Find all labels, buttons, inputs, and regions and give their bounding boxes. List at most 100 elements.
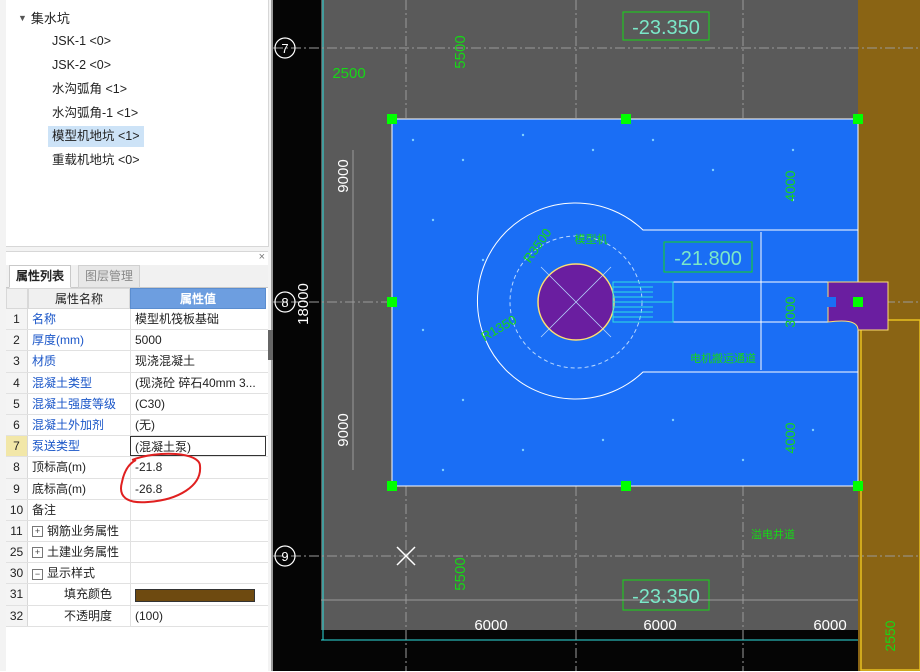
property-row[interactable]: 5 混凝土强度等级 (C30) (6, 393, 268, 415)
property-name-text: 顶标高(m) (32, 460, 86, 475)
property-name-text: 混凝土强度等级 (32, 396, 117, 411)
property-value[interactable]: (现浇砼 碎石40mm 3... (130, 372, 266, 393)
tree-item[interactable]: JSK-1 <0> (48, 31, 115, 52)
row-number: 2 (6, 330, 28, 351)
property-value[interactable]: 现浇混凝土 (130, 351, 266, 372)
property-name-text: 显示样式 (47, 566, 96, 581)
grid-label-9: 9 (281, 549, 288, 564)
cad-drawing-canvas[interactable]: 7 8 9 -23.350 -23.350 -21.800 2500 6000 … (273, 0, 920, 671)
tree-root[interactable]: ▼ 集水坑 (18, 8, 70, 27)
row-number: 9 (6, 478, 28, 499)
property-name: + 钢筋业务属性 (32, 521, 130, 541)
collapse-icon[interactable]: − (32, 568, 43, 580)
panel-tabs: 属性列表 图层管理 (6, 265, 268, 288)
property-name: 顶标高(m) (32, 457, 130, 477)
property-row[interactable]: 32 不透明度 (100) (6, 605, 268, 627)
property-name: + 土建业务属性 (32, 542, 130, 562)
elev-top-text: -23.350 (632, 17, 700, 39)
dim-5500-top: 5500 (452, 35, 469, 68)
row-number: 30 (6, 563, 28, 584)
grid-label-7: 7 (281, 41, 288, 56)
property-row[interactable]: 11 + 钢筋业务属性 (6, 520, 268, 543)
property-value[interactable] (130, 563, 266, 584)
row-number: 7 (6, 436, 28, 457)
expand-icon[interactable]: + (32, 547, 43, 559)
property-value[interactable]: (无) (130, 414, 266, 436)
property-value[interactable]: (C30) (130, 393, 266, 414)
property-name-text: 土建业务属性 (47, 545, 120, 560)
dim-6000-b: 6000 (643, 617, 676, 634)
left-panel: ▼ 集水坑 JSK-1 <0> JSK-2 <0> 水沟弧角 <1> 水沟弧角-… (0, 0, 271, 672)
collapse-icon[interactable]: ▼ (18, 13, 27, 23)
property-value[interactable] (130, 584, 266, 605)
property-row[interactable]: 6 混凝土外加剂 (无) (6, 414, 268, 437)
row-number: 10 (6, 499, 28, 520)
color-swatch[interactable] (135, 588, 255, 602)
property-name-text: 混凝土外加剂 (32, 417, 105, 432)
property-row[interactable]: 4 混凝土类型 (现浇砼 碎石40mm 3... (6, 372, 268, 394)
property-name-text: 钢筋业务属性 (47, 523, 120, 538)
row-number: 31 (6, 584, 28, 605)
tab-property-list[interactable]: 属性列表 (9, 265, 72, 288)
property-row[interactable]: 3 材质 现浇混凝土 (6, 351, 268, 373)
property-name-text: 备注 (32, 502, 57, 517)
property-value[interactable]: 5000 (130, 330, 266, 351)
property-value[interactable] (130, 520, 266, 542)
grid-header: 属性名称 属性值 (6, 288, 268, 309)
property-row[interactable]: 1 名称 模型机筏板基础 (6, 309, 268, 331)
brown-wall-area (858, 0, 920, 671)
row-number: 3 (6, 351, 28, 372)
row-number: 6 (6, 414, 28, 436)
tree-item[interactable]: 水沟弧角 <1> (48, 79, 131, 100)
tree-item[interactable]: 重载机地坑 <0> (48, 150, 144, 171)
dim-18000: 18000 (295, 283, 312, 325)
label-trench: 溢电井道 (751, 527, 795, 541)
property-row[interactable]: 30− 显示样式 (6, 563, 268, 585)
expand-icon[interactable]: + (32, 526, 43, 538)
dim-4000-top: 4000 (782, 170, 798, 201)
property-name: − 显示样式 (32, 563, 130, 583)
property-name: 底标高(m) (32, 479, 130, 499)
elev-bottom-text: -23.350 (632, 586, 700, 608)
row-number: 5 (6, 393, 28, 414)
property-name: 混凝土强度等级 (32, 394, 130, 414)
property-name-text: 泵送类型 (32, 439, 81, 454)
row-number: 8 (6, 457, 28, 478)
tree-item[interactable]: JSK-2 <0> (48, 55, 115, 76)
header-name[interactable]: 属性名称 (28, 288, 130, 309)
property-value[interactable]: (100) (130, 605, 266, 626)
property-name-text: 底标高(m) (32, 481, 86, 496)
elev-mid-text: -21.800 (674, 248, 742, 270)
row-number: 25 (6, 542, 28, 563)
property-name: 材质 (32, 351, 130, 371)
dim-6000-c: 6000 (813, 617, 846, 634)
row-number: 1 (6, 309, 28, 330)
row-number: 4 (6, 372, 28, 393)
component-tree: ▼ 集水坑 JSK-1 <0> JSK-2 <0> 水沟弧角 <1> 水沟弧角-… (6, 0, 269, 247)
property-name: 厚度(mm) (32, 330, 130, 350)
property-value[interactable] (130, 542, 266, 563)
row-number: 32 (6, 605, 28, 626)
dim-6000-a: 6000 (474, 617, 507, 634)
red-annotation-circle (120, 452, 202, 504)
property-name: 混凝土类型 (32, 373, 130, 393)
header-value[interactable]: 属性值 (130, 288, 266, 309)
dim-5500-bottom: 5500 (452, 557, 469, 590)
tab-layer-management[interactable]: 图层管理 (78, 265, 141, 288)
property-name-text: 不透明度 (64, 608, 113, 623)
tree-item[interactable]: 水沟弧角-1 <1> (48, 103, 142, 124)
dim-9000-bottom: 9000 (335, 413, 352, 446)
property-row[interactable]: 25 + 土建业务属性 (6, 542, 268, 564)
property-row[interactable]: 2 厚度(mm) 5000 (6, 330, 268, 352)
dim-2550: 2550 (882, 620, 898, 651)
dim-3000: 3000 (782, 296, 798, 327)
property-row[interactable]: 31 填充颜色 (6, 584, 268, 606)
property-name: 备注 (32, 500, 130, 520)
tree-root-label: 集水坑 (30, 11, 70, 26)
property-name-text: 厚度(mm) (32, 333, 84, 348)
tree-item-selected[interactable]: 模型机地坑 <1> (48, 126, 144, 147)
property-name: 泵送类型 (32, 436, 130, 456)
dim-4000-bottom: 4000 (782, 422, 798, 453)
property-value[interactable]: 模型机筏板基础 (130, 309, 266, 330)
close-icon[interactable]: × (259, 251, 265, 263)
